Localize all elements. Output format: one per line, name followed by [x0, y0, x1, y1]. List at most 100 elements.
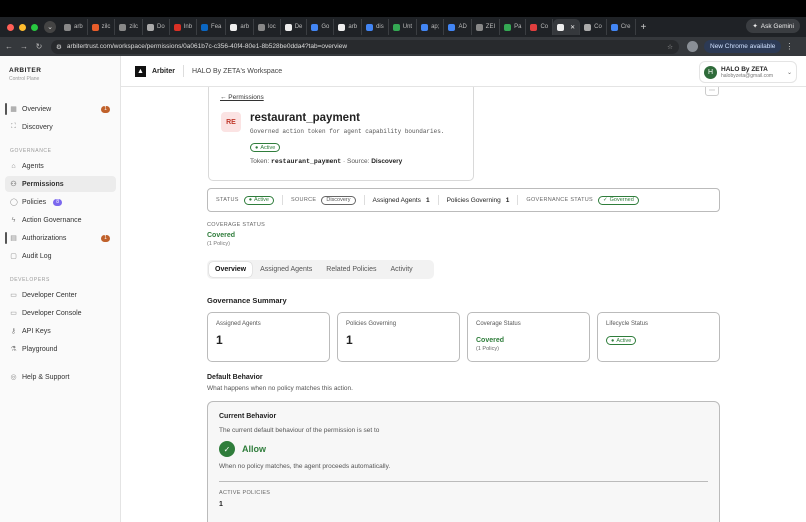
browser-tab[interactable]: AD [444, 19, 472, 35]
tab-activity[interactable]: Activity [385, 262, 419, 277]
tab-favicon-icon [475, 23, 483, 31]
main-content: ⋯ ← Permissions RE restaurant_payment Go… [121, 87, 806, 522]
browser-tab[interactable]: ✕ [553, 19, 581, 35]
tab-favicon-icon [504, 23, 512, 31]
maximize-window-button[interactable] [31, 23, 38, 31]
tab-overview[interactable]: Overview [209, 262, 253, 277]
behavior-note: When no policy matches, the agent procee… [219, 463, 391, 470]
tab-title: ap; [431, 24, 440, 30]
tab-title: loc [268, 24, 276, 30]
sidebar-item-overview[interactable]: ▦ Overview 1 [5, 101, 116, 117]
status-label: STATUS [216, 197, 239, 203]
new-tab-button[interactable]: + [641, 22, 647, 33]
sidebar-item-label: Overview [22, 105, 52, 113]
close-tab-icon[interactable]: ✕ [570, 24, 575, 31]
more-menu-icon[interactable]: ⋮ [785, 42, 793, 51]
tab-title: arb [74, 24, 83, 30]
browser-tab[interactable]: Go [307, 19, 335, 35]
tab-favicon-icon [338, 23, 346, 31]
permission-tabs: Overview Assigned Agents Related Policie… [207, 260, 434, 279]
ask-gemini-button[interactable]: ✦ Ask Gemini [746, 19, 800, 33]
tab-title: arb [348, 24, 358, 30]
token-label: Token: [250, 158, 270, 165]
user-menu[interactable]: H HALO By ZETA halobyzeta@gmail.com ⌄ [699, 61, 797, 83]
source-label: Source: [346, 158, 370, 165]
card-value: 1 [216, 333, 223, 347]
minimize-window-button[interactable] [19, 23, 26, 31]
browser-tab[interactable]: Co [526, 19, 554, 35]
tab-title: Unt [402, 24, 413, 30]
user-email: halobyzeta@gmail.com [721, 72, 774, 79]
sidebar-item-action-governance[interactable]: ϟ Action Governance [5, 212, 116, 228]
agents-icon: ⌂ [11, 162, 16, 170]
sidebar-item-label: Authorizations [22, 234, 67, 242]
sidebar-item-developer-center[interactable]: ▭ Developer Center [5, 287, 116, 303]
permission-initials-avatar: RE [221, 112, 241, 132]
site-info-icon[interactable]: ⚙ [56, 43, 62, 51]
help-icon: ◎ [10, 374, 17, 381]
current-behavior-card: Current Behavior The current default beh… [207, 401, 720, 522]
tab-favicon-icon [119, 23, 127, 31]
card-description: The current default behaviour of the per… [219, 427, 380, 434]
back-arrow-icon[interactable]: ← [3, 42, 15, 51]
sidebar-item-audit-log[interactable]: ▢ Audit Log [5, 248, 116, 264]
browser-tab[interactable]: loc [254, 19, 281, 35]
url-field[interactable]: ⚙ arbitertrust.com/workspace/permissions… [51, 39, 679, 54]
sidebar-item-developer-console[interactable]: ▭ Developer Console [5, 305, 116, 321]
sidebar-item-agents[interactable]: ⌂ Agents [5, 158, 116, 174]
more-actions-icon[interactable]: ⋯ [705, 87, 719, 96]
sidebar-item-policies[interactable]: ◯ Policies 8 [5, 194, 116, 210]
browser-tab[interactable]: Cre [607, 19, 636, 35]
browser-tab[interactable]: Co [580, 19, 607, 35]
sidebar-item-discovery[interactable]: ⛶ Discovery [5, 119, 116, 135]
sidebar-item-permissions[interactable]: ⚇ Permissions [5, 176, 116, 192]
tab-related-policies[interactable]: Related Policies [320, 262, 382, 277]
tab-title: Fea [211, 24, 222, 30]
lightning-icon: ϟ [11, 216, 16, 224]
tab-favicon-icon [230, 23, 238, 31]
browser-tab[interactable]: zilc [88, 19, 116, 35]
policies-governing-card: Policies Governing 1 [337, 312, 460, 362]
tab-favicon-icon [584, 23, 592, 31]
browser-tab[interactable]: arb [334, 19, 363, 35]
browser-tab[interactable]: zilc [115, 19, 144, 35]
assigned-agents-card: Assigned Agents 1 [207, 312, 330, 362]
divider [437, 195, 439, 205]
browser-tab[interactable]: Inb [170, 19, 198, 35]
tab-assigned-agents[interactable]: Assigned Agents [254, 262, 318, 277]
forward-arrow-icon[interactable]: → [18, 42, 30, 51]
browser-tab[interactable]: De [281, 19, 308, 35]
tab-search-icon[interactable]: ⌄ [44, 21, 56, 33]
assigned-agents-count: 1 [425, 196, 430, 204]
browser-tab[interactable]: Do [143, 19, 170, 35]
browser-tab[interactable]: Pa [500, 19, 527, 35]
shield-icon: ◯ [10, 199, 18, 206]
profile-avatar[interactable] [687, 41, 698, 52]
browser-tab[interactable]: Unt [389, 19, 418, 35]
coverage-status: COVERAGE STATUS Covered (1 Policy) [207, 222, 265, 247]
tab-title: zilc [129, 24, 139, 30]
new-chrome-available-button[interactable]: New Chrome available [704, 40, 782, 53]
bookmark-star-icon[interactable]: ☆ [667, 43, 673, 51]
tab-favicon-icon [448, 23, 456, 31]
back-to-permissions-link[interactable]: ← Permissions [220, 94, 264, 101]
browser-tab[interactable]: ZEI [472, 19, 501, 35]
reload-icon[interactable]: ↻ [33, 42, 45, 51]
tab-title: Co [540, 24, 549, 30]
browser-tab[interactable]: arb [226, 19, 255, 35]
close-window-button[interactable] [7, 23, 14, 31]
sidebar-item-authorizations[interactable]: ▤ Authorizations 1 [5, 230, 116, 246]
sidebar-item-playground[interactable]: ⚗ Playground [5, 341, 116, 357]
browser-tab[interactable]: arb [60, 19, 88, 35]
check-circle-icon: ✓ [219, 441, 235, 457]
sidebar-item-api-keys[interactable]: ⚷ API Keys [5, 323, 116, 339]
card-label: Coverage Status [476, 321, 521, 327]
sidebar-item-help[interactable]: ◎ Help & Support [5, 369, 116, 385]
source-value: Discovery [371, 158, 403, 165]
divider [182, 65, 184, 77]
browser-tab[interactable]: dis [362, 19, 389, 35]
browser-tab[interactable]: ap; [417, 19, 445, 35]
policies-governing-count: 1 [505, 196, 510, 204]
browser-tab[interactable]: Fea [197, 19, 227, 35]
tab-title: Go [321, 24, 330, 30]
